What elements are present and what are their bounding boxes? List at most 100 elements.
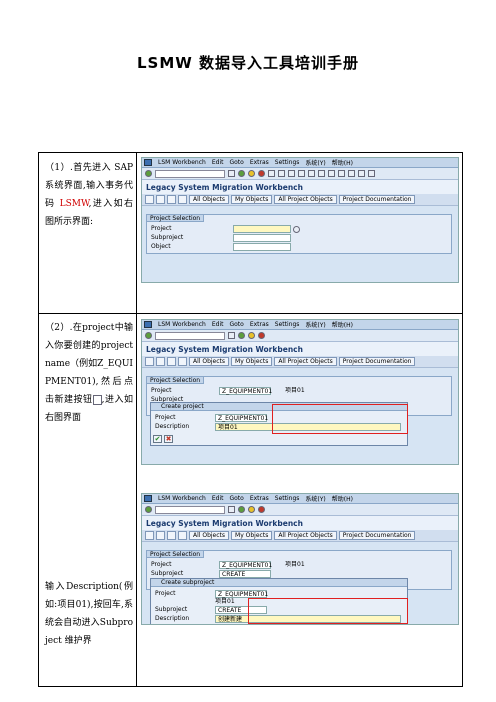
menu-lsm[interactable]: LSM Workbench	[158, 495, 206, 502]
menu-extras[interactable]: Extras	[250, 495, 269, 502]
project-input[interactable]: Z_EQUIPMENT01	[215, 414, 268, 422]
exit-icon[interactable]	[248, 506, 255, 513]
project-documentation-button[interactable]: Project Documentation	[338, 531, 416, 540]
help-icon[interactable]	[358, 170, 365, 177]
menu-edit[interactable]: Edit	[212, 159, 224, 166]
menu-system[interactable]: 系统(Y)	[305, 494, 325, 503]
my-objects-button[interactable]: My Objects	[231, 357, 273, 366]
enter-icon[interactable]	[145, 506, 152, 513]
step-1-text: （1）.首先进入 SAP 系统界面,输入事务代码 LSMW,进入如右图所示界面:	[45, 163, 133, 227]
delete-icon[interactable]	[178, 195, 187, 204]
menu-bar: LSM Workbench Edit Goto Extras Settings …	[142, 158, 458, 168]
menu-settings[interactable]: Settings	[275, 159, 300, 166]
menu-goto[interactable]: Goto	[229, 321, 243, 328]
create-icon[interactable]	[156, 195, 165, 204]
create-icon[interactable]	[156, 357, 165, 366]
save-icon[interactable]	[228, 170, 235, 177]
layout-icon[interactable]	[368, 170, 375, 177]
edit-icon[interactable]	[167, 531, 176, 540]
shortcut-icon[interactable]	[348, 170, 355, 177]
find-icon[interactable]	[278, 170, 285, 177]
new-session-icon[interactable]	[338, 170, 345, 177]
menu-help[interactable]: 帮助(H)	[332, 158, 353, 167]
menu-system[interactable]: 系统(Y)	[305, 320, 325, 329]
cancel-icon[interactable]	[258, 506, 265, 513]
menu-settings[interactable]: Settings	[275, 321, 300, 328]
all-project-objects-button[interactable]: All Project Objects	[274, 531, 337, 540]
project-input[interactable]: Z_EQUIPMENT01	[219, 387, 272, 395]
my-objects-button[interactable]: My Objects	[231, 195, 273, 204]
subproject-input[interactable]	[233, 234, 291, 242]
description-label: Description	[155, 423, 190, 430]
print-icon[interactable]	[268, 170, 275, 177]
exit-icon[interactable]	[248, 332, 255, 339]
project-input: Z_EQUIPMENT01	[215, 590, 268, 598]
command-field[interactable]	[155, 169, 225, 178]
create-icon[interactable]	[156, 531, 165, 540]
all-project-objects-button[interactable]: All Project Objects	[274, 195, 337, 204]
last-page-icon[interactable]	[328, 170, 335, 177]
project-documentation-button[interactable]: Project Documentation	[338, 357, 416, 366]
menu-settings[interactable]: Settings	[275, 495, 300, 502]
project-input[interactable]: Z_EQUIPMENT01	[219, 561, 272, 569]
standard-toolbar	[142, 504, 458, 516]
find-next-icon[interactable]	[288, 170, 295, 177]
command-field[interactable]	[155, 331, 225, 340]
project-documentation-button[interactable]: Project Documentation	[338, 195, 416, 204]
edit-icon[interactable]	[167, 195, 176, 204]
project-input[interactable]	[233, 225, 291, 233]
back-icon[interactable]	[238, 170, 245, 177]
execute-icon[interactable]	[145, 531, 154, 540]
page-title: LSMW 数据导入工具培训手册	[136, 54, 360, 72]
description-label: Description	[155, 615, 190, 622]
highlight-box	[272, 404, 408, 434]
project-selection-group: Project Selection Project Subproject Obj…	[146, 214, 452, 254]
cancel-icon[interactable]: ✖	[164, 435, 173, 443]
all-objects-button[interactable]: All Objects	[189, 195, 230, 204]
first-page-icon[interactable]	[298, 170, 305, 177]
all-objects-button[interactable]: All Objects	[189, 357, 230, 366]
menu-system[interactable]: 系统(Y)	[305, 158, 325, 167]
menu-help[interactable]: 帮助(H)	[332, 494, 353, 503]
back-icon[interactable]	[238, 332, 245, 339]
delete-icon[interactable]	[178, 531, 187, 540]
highlight-box	[248, 598, 408, 624]
menu-edit[interactable]: Edit	[212, 321, 224, 328]
enter-icon[interactable]	[145, 332, 152, 339]
menu-edit[interactable]: Edit	[212, 495, 224, 502]
all-objects-button[interactable]: All Objects	[189, 531, 230, 540]
project-label: Project	[151, 387, 172, 394]
save-icon[interactable]	[228, 506, 235, 513]
execute-icon[interactable]	[145, 195, 154, 204]
menu-extras[interactable]: Extras	[250, 159, 269, 166]
subproject-input[interactable]: CREATE	[219, 570, 271, 578]
app-title: Legacy System Migration Workbench	[142, 342, 458, 356]
sap-logo-icon	[144, 321, 152, 328]
menu-goto[interactable]: Goto	[229, 159, 243, 166]
edit-icon[interactable]	[167, 357, 176, 366]
menu-goto[interactable]: Goto	[229, 495, 243, 502]
object-input[interactable]	[233, 243, 291, 251]
prev-page-icon[interactable]	[308, 170, 315, 177]
dialog-title: Create subproject	[151, 579, 407, 587]
menu-lsm[interactable]: LSM Workbench	[158, 321, 206, 328]
app-toolbar: All Objects My Objects All Project Objec…	[142, 530, 458, 542]
execute-icon[interactable]	[145, 357, 154, 366]
back-icon[interactable]	[238, 506, 245, 513]
cancel-icon[interactable]	[258, 170, 265, 177]
delete-icon[interactable]	[178, 357, 187, 366]
command-field[interactable]	[155, 505, 225, 514]
enter-icon[interactable]	[145, 170, 152, 177]
standard-toolbar	[142, 168, 458, 180]
exit-icon[interactable]	[248, 170, 255, 177]
menu-help[interactable]: 帮助(H)	[332, 320, 353, 329]
search-help-icon[interactable]	[293, 226, 300, 233]
my-objects-button[interactable]: My Objects	[231, 531, 273, 540]
confirm-icon[interactable]: ✔	[153, 435, 162, 443]
all-project-objects-button[interactable]: All Project Objects	[274, 357, 337, 366]
save-icon[interactable]	[228, 332, 235, 339]
menu-lsm[interactable]: LSM Workbench	[158, 159, 206, 166]
menu-extras[interactable]: Extras	[250, 321, 269, 328]
next-page-icon[interactable]	[318, 170, 325, 177]
cancel-icon[interactable]	[258, 332, 265, 339]
